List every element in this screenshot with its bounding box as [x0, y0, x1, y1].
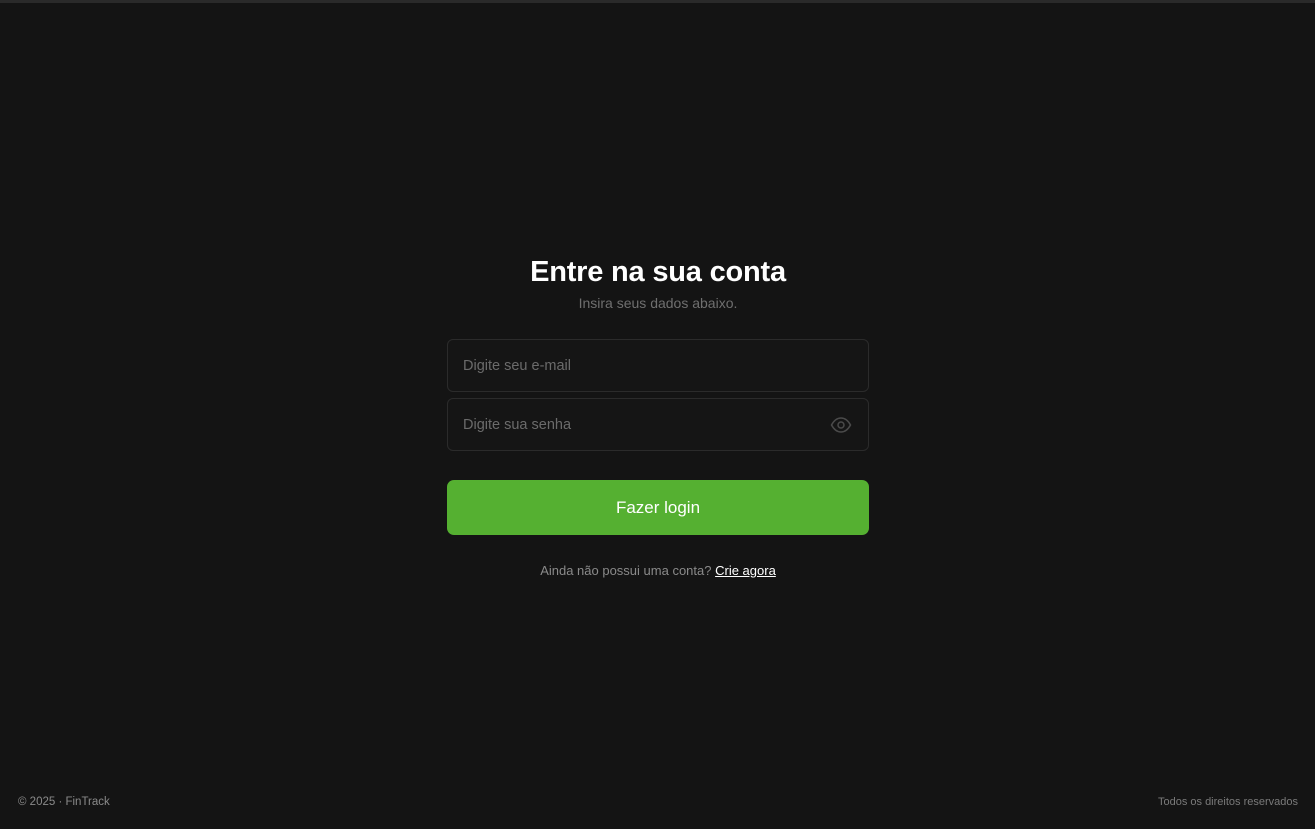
footer-copyright: © 2025 · FinTrack	[18, 796, 110, 808]
signup-link[interactable]: Crie agora	[715, 563, 776, 578]
login-button[interactable]: Fazer login	[447, 480, 869, 535]
login-page: Entre na sua conta Insira seus dados aba…	[0, 0, 1315, 829]
eye-icon[interactable]	[830, 415, 852, 435]
password-field[interactable]	[448, 399, 868, 450]
signup-prompt-row: Ainda não possui uma conta? Crie agora	[447, 563, 869, 578]
footer-rights: Todos os direitos reservados	[1157, 796, 1298, 808]
top-border	[0, 0, 1315, 3]
signup-prompt: Ainda não possui uma conta?	[540, 563, 712, 578]
email-field-wrapper	[447, 339, 869, 392]
password-field-wrapper	[447, 398, 869, 451]
login-form: Entre na sua conta Insira seus dados aba…	[447, 255, 869, 578]
page-subtitle: Insira seus dados abaixo.	[578, 295, 738, 311]
page-title: Entre na sua conta	[530, 256, 786, 288]
email-field[interactable]	[448, 340, 868, 391]
